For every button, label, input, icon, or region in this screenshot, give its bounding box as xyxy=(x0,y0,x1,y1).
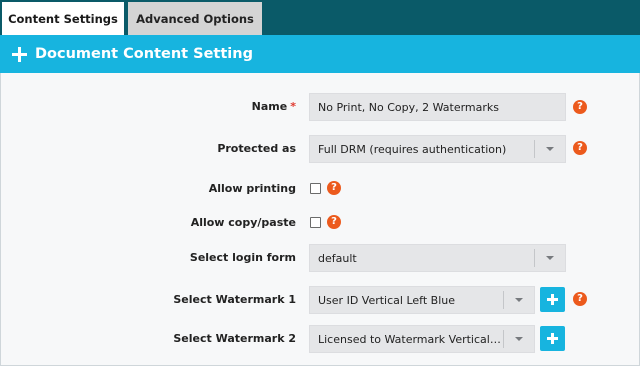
name-input-value: No Print, No Copy, 2 Watermarks xyxy=(318,100,500,114)
login-form-value: default xyxy=(318,251,357,265)
watermark2-label: Select Watermark 2 xyxy=(173,332,296,345)
add-watermark2-button[interactable] xyxy=(540,326,565,351)
login-form-select[interactable]: default xyxy=(309,244,566,272)
watermark1-label: Select Watermark 1 xyxy=(173,293,296,306)
name-input[interactable]: No Print, No Copy, 2 Watermarks xyxy=(309,93,566,121)
protected-as-label: Protected as xyxy=(217,142,296,155)
section-header[interactable]: Document Content Setting xyxy=(0,35,640,73)
protected-as-select[interactable]: Full DRM (requires authentication) xyxy=(309,135,566,163)
chevron-down-icon[interactable] xyxy=(534,140,565,158)
help-icon[interactable]: ? xyxy=(327,181,341,195)
allow-printing-checkbox[interactable] xyxy=(310,183,321,194)
allow-copy-paste-label: Allow copy/paste xyxy=(190,216,296,229)
watermark1-value: User ID Vertical Left Blue xyxy=(318,293,455,307)
allow-printing-row: Allow printing ? xyxy=(1,178,639,200)
name-label: Name * xyxy=(252,100,296,113)
login-form-label: Select login form xyxy=(189,251,296,264)
help-icon[interactable]: ? xyxy=(573,141,587,155)
chevron-down-icon[interactable] xyxy=(503,291,534,309)
login-form-row: Select login form default xyxy=(1,244,639,274)
watermark2-value: Licensed to Watermark Vertical R... xyxy=(318,332,504,346)
help-icon[interactable]: ? xyxy=(573,100,587,114)
name-row: Name * No Print, No Copy, 2 Watermarks ? xyxy=(1,92,639,122)
chevron-down-icon[interactable] xyxy=(503,330,534,348)
watermark1-select[interactable]: User ID Vertical Left Blue xyxy=(309,286,535,314)
chevron-down-icon[interactable] xyxy=(534,249,565,267)
protected-as-row: Protected as Full DRM (requires authenti… xyxy=(1,134,639,164)
watermark2-row: Select Watermark 2 Licensed to Watermark… xyxy=(1,325,639,355)
watermark1-row: Select Watermark 1 User ID Vertical Left… xyxy=(1,286,639,316)
allow-copy-paste-checkbox[interactable] xyxy=(310,217,321,228)
form-body: Name * No Print, No Copy, 2 Watermarks ? … xyxy=(1,73,639,365)
required-mark: * xyxy=(290,100,296,113)
help-icon[interactable]: ? xyxy=(573,292,587,306)
tab-advanced-options[interactable]: Advanced Options xyxy=(128,2,262,35)
protected-as-value: Full DRM (requires authentication) xyxy=(318,142,507,156)
add-watermark1-button[interactable] xyxy=(540,287,565,312)
allow-printing-label: Allow printing xyxy=(208,182,296,195)
watermark2-select[interactable]: Licensed to Watermark Vertical R... xyxy=(309,325,535,353)
plus-icon[interactable] xyxy=(12,46,27,62)
tab-bar: Content Settings Advanced Options xyxy=(0,0,640,35)
section-title: Document Content Setting xyxy=(35,46,253,62)
tab-content-settings[interactable]: Content Settings xyxy=(2,2,124,35)
name-label-text: Name xyxy=(251,100,288,113)
help-icon[interactable]: ? xyxy=(327,215,341,229)
allow-copy-paste-row: Allow copy/paste ? xyxy=(1,212,639,234)
